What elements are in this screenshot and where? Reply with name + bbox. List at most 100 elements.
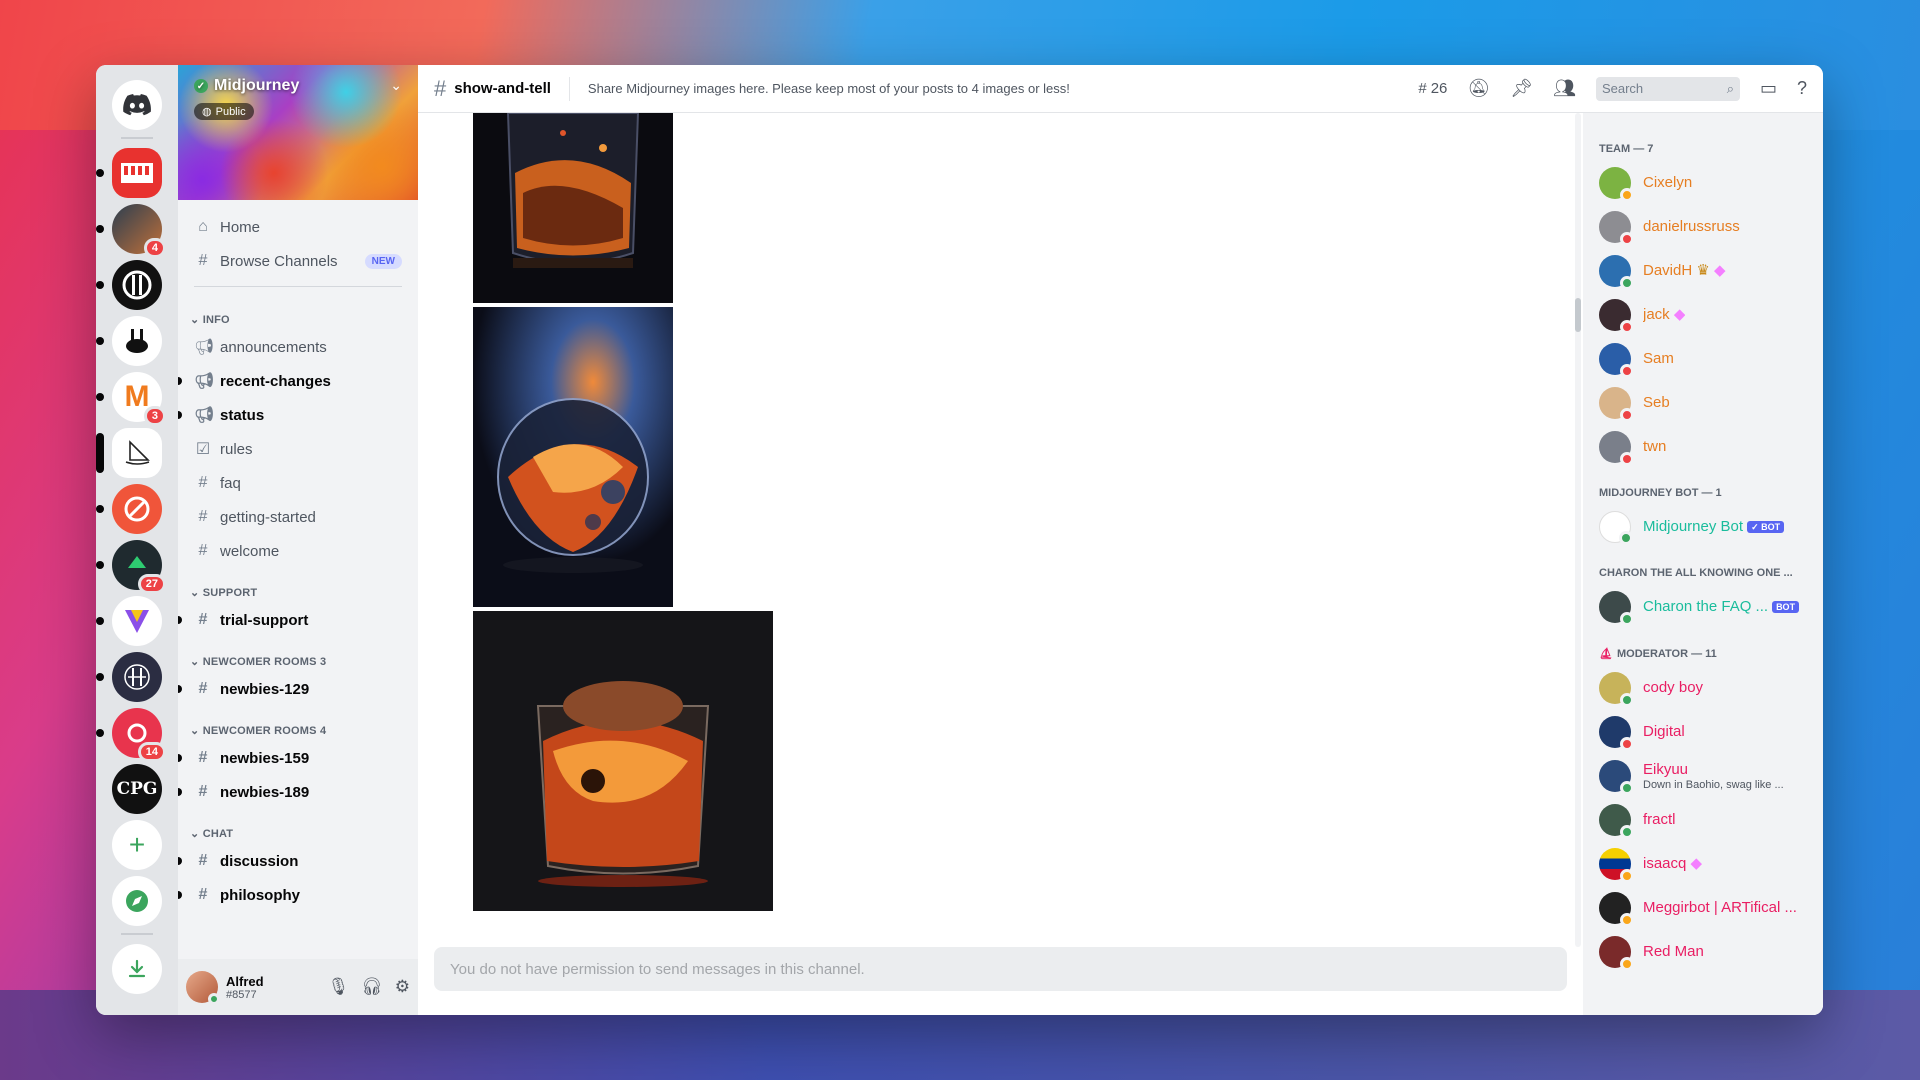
member-name: isaacq ◆ [1643, 855, 1702, 873]
moderator-sail-icon: ⛵︎ [1599, 648, 1613, 660]
member-item[interactable]: DavidH ♛ ◆ [1599, 249, 1815, 293]
idle-status-dot [1620, 957, 1634, 971]
add-server-icon[interactable]: + [112, 820, 162, 870]
channel-getting-started[interactable]: # getting-started [186, 500, 410, 534]
member-list-icon[interactable]: 👥︎ [1553, 78, 1576, 99]
channel-recent-changes[interactable]: 📢︎ recent-changes [178, 364, 410, 398]
notification-muted-icon[interactable]: 🔕︎ [1467, 78, 1490, 99]
channel-newbies-189[interactable]: # newbies-189 [178, 775, 410, 809]
unread-pill [96, 169, 104, 177]
thread-count: 26 [1430, 80, 1448, 97]
channel-topic[interactable]: Share Midjourney images here. Please kee… [588, 81, 1070, 96]
channel-newbies-129[interactable]: # newbies-129 [178, 672, 410, 706]
headphones-icon[interactable]: 🎧︎ [361, 977, 383, 997]
member-item[interactable]: Charon the FAQ ... BOT [1599, 585, 1815, 629]
member-name: cody boy [1643, 679, 1704, 696]
server-icon-pink[interactable]: 14 [96, 708, 166, 762]
avatar [1599, 591, 1634, 626]
attachment-image[interactable] [473, 611, 773, 911]
server-icon-v[interactable] [96, 596, 162, 646]
member-name: jack ◆ [1643, 306, 1685, 324]
channel-label: discussion [220, 852, 299, 870]
server-icon-mono[interactable] [96, 260, 162, 310]
channel-rules[interactable]: ☑ rules [186, 432, 410, 466]
bot-tag: BOT [1772, 601, 1800, 614]
channel-philosophy[interactable]: # philosophy [178, 878, 410, 912]
member-item[interactable]: jack ◆ [1599, 293, 1815, 337]
server-name: Midjourney [214, 77, 300, 94]
pin-icon[interactable]: 📌︎ [1510, 78, 1533, 99]
avatar [1599, 255, 1634, 290]
channel-faq[interactable]: # faq [186, 466, 410, 500]
avatar[interactable] [186, 971, 220, 1005]
nav-home[interactable]: ⌂ Home [186, 210, 410, 244]
user-info[interactable]: Alfred #8577 [226, 974, 264, 1001]
server-icon-cpg[interactable]: CPG [112, 764, 162, 814]
member-item[interactable]: twn [1599, 425, 1815, 469]
attachment-image[interactable] [473, 113, 673, 303]
attachment-image[interactable] [473, 307, 673, 607]
member-name: Meggirbot | ARTifical ... [1643, 899, 1797, 916]
inbox-icon[interactable]: ▭ [1760, 78, 1777, 99]
member-item[interactable]: Midjourney Bot ✓ BOT [1599, 505, 1815, 549]
online-status-dot [1620, 825, 1634, 839]
channel-discussion[interactable]: # discussion [178, 844, 410, 878]
category-newcomer-4[interactable]: ⌄ NEWCOMER ROOMS 4 [186, 706, 410, 741]
scrollbar-thumb[interactable] [1575, 298, 1581, 332]
channel-announcements[interactable]: 📢︎ announcements [186, 330, 410, 364]
channel-label: newbies-159 [220, 749, 310, 767]
explore-icon[interactable] [112, 876, 162, 926]
category-support[interactable]: ⌄ SUPPORT [186, 568, 410, 603]
server-icon-rabbit[interactable] [96, 316, 162, 366]
member-item[interactable]: Meggirbot | ARTifical ... [1599, 886, 1815, 930]
verified-icon: ✓ [194, 79, 208, 93]
megaphone-icon: 📢︎ [194, 407, 215, 424]
channel-trial-support[interactable]: # trial-support [178, 603, 410, 637]
member-item[interactable]: Sam [1599, 337, 1815, 381]
threads-button[interactable]: # 26 [1418, 80, 1447, 97]
download-icon[interactable] [112, 944, 162, 994]
category-newcomer-3[interactable]: ⌄ NEWCOMER ROOMS 3 [186, 637, 410, 672]
category-info[interactable]: ⌄ INFO [186, 295, 410, 330]
member-item[interactable]: Seb [1599, 381, 1815, 425]
chevron-down-icon[interactable]: ⌄ [390, 77, 402, 94]
mute-mic-icon[interactable]: 🎙︎ [328, 977, 350, 997]
server-icon-m[interactable]: M 3 [96, 372, 166, 426]
member-group-bot: MIDJOURNEY BOT — 1 [1599, 487, 1722, 499]
server-icon-midjourney[interactable] [96, 428, 162, 478]
member-name-text: Midjourney Bot [1643, 517, 1744, 535]
member-item[interactable]: Eikyuu Down in Baohio, swag like ... [1599, 754, 1815, 798]
server-icon-face[interactable]: 4 [96, 204, 166, 258]
member-item[interactable]: isaacq ◆ [1599, 842, 1815, 886]
channel-status[interactable]: 📢︎ status [178, 398, 410, 432]
member-item[interactable]: danielrussruss [1599, 205, 1815, 249]
help-icon[interactable]: ? [1797, 78, 1807, 99]
nav-browse-channels[interactable]: # Browse Channels NEW [186, 244, 410, 278]
member-item[interactable]: Red Man [1599, 930, 1815, 974]
gear-icon[interactable]: ⚙ [395, 977, 410, 997]
online-status-dot [1620, 612, 1634, 626]
channel-newbies-159[interactable]: # newbies-159 [178, 741, 410, 775]
online-status-dot [1620, 693, 1634, 707]
server-icon-red[interactable] [96, 148, 162, 198]
member-item[interactable]: Digital [1599, 710, 1815, 754]
search-input[interactable]: Search ⌕ [1595, 76, 1740, 101]
channel-label: newbies-189 [220, 783, 310, 801]
hashtag-icon: # [434, 75, 447, 101]
member-item[interactable]: cody boy [1599, 666, 1815, 710]
server-icon-green[interactable]: 27 [96, 540, 166, 594]
threads-icon: # [1418, 80, 1427, 97]
member-item[interactable]: fractl [1599, 798, 1815, 842]
channel-welcome[interactable]: # welcome [186, 534, 410, 568]
server-banner[interactable]: ✓ Midjourney ⌄ ◍ Public [178, 65, 418, 200]
member-list: TEAM — 7 Cixelyn danielrussruss DavidH ♛… [1583, 113, 1823, 1015]
member-group-charon: CHARON THE ALL KNOWING ONE ... [1599, 567, 1793, 579]
scrollbar-track[interactable] [1575, 113, 1581, 947]
member-item[interactable]: Cixelyn [1599, 161, 1815, 205]
channel-label: announcements [220, 338, 327, 356]
server-icon-grid[interactable] [96, 652, 162, 702]
category-chat[interactable]: ⌄ CHAT [186, 809, 410, 844]
server-icon-orange[interactable] [96, 484, 162, 534]
discord-home-icon[interactable] [112, 80, 162, 130]
discord-window: 4 M 3 27 14 CPG + ✓ Midjourney ⌄ ◍ Publi… [96, 65, 1823, 1015]
